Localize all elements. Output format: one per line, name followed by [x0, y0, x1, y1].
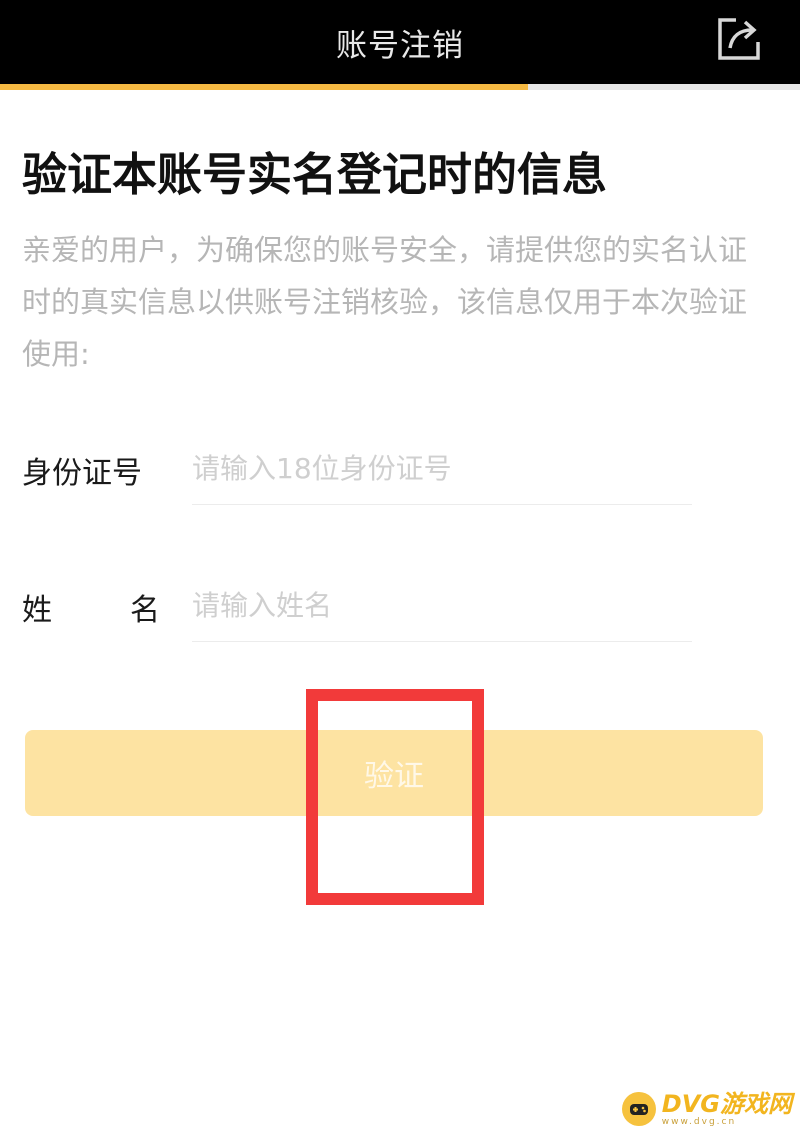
name-input[interactable]	[192, 575, 692, 635]
share-export-icon	[718, 18, 760, 60]
name-label: 姓 名	[22, 585, 160, 629]
page-title: 账号注销	[336, 27, 464, 64]
watermark: DVG游戏网 www.dvg.cn	[621, 1085, 792, 1133]
progress-bar	[0, 84, 800, 90]
watermark-text: DVG游戏网	[661, 1090, 792, 1118]
progress-fill	[0, 84, 528, 90]
id-number-underline	[192, 504, 692, 505]
watermark-text-group: DVG游戏网 www.dvg.cn	[662, 1091, 792, 1127]
account-cancellation-page: 账号注销 验证本账号实名登记时的信息 亲爱的用户，为确保您的账号安全，请提供您的…	[0, 0, 800, 1143]
gamepad-icon	[621, 1092, 656, 1126]
name-label-char-1: 姓	[22, 593, 52, 628]
id-number-input[interactable]	[192, 438, 692, 498]
id-number-field: 身份证号	[22, 430, 692, 510]
share-button[interactable]	[714, 14, 764, 64]
section-heading: 验证本账号实名登记时的信息	[22, 148, 608, 201]
watermark-subtext: www.dvg.cn	[661, 1117, 737, 1127]
name-underline	[192, 641, 692, 642]
verify-button[interactable]: 验证	[25, 730, 763, 816]
instruction-text: 亲爱的用户，为确保您的账号安全，请提供您的实名认证时的真实信息以供账号注销核验，…	[22, 233, 748, 371]
top-bar: 账号注销	[0, 0, 800, 84]
id-number-label: 身份证号	[22, 456, 142, 491]
name-label-char-2: 名	[130, 593, 160, 628]
name-field: 姓 名	[22, 567, 692, 647]
